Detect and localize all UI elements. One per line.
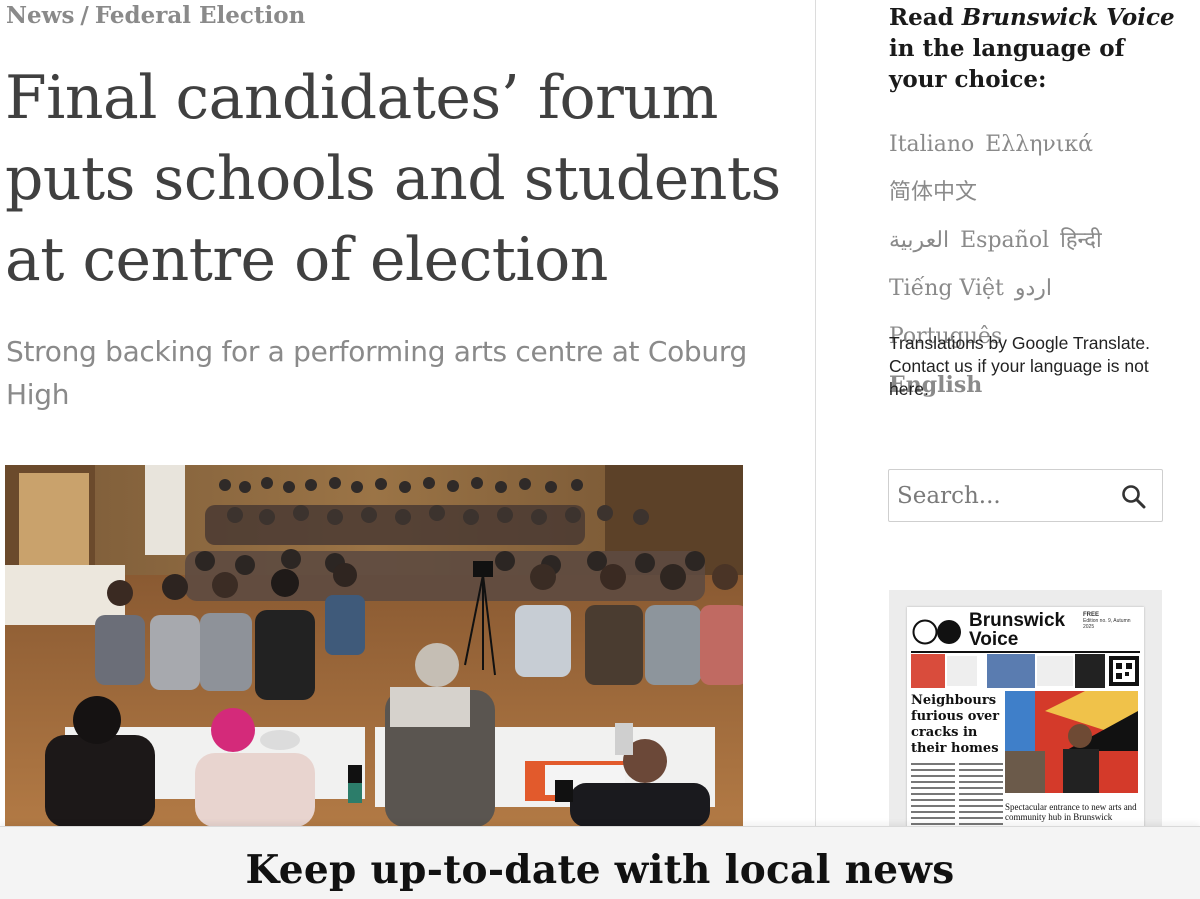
newspaper-masthead: Brunswick Voice <box>969 611 1065 649</box>
newspaper-secondary-headline: Spectacular entrance to new arts and com… <box>1005 802 1137 822</box>
search-icon[interactable] <box>1120 483 1148 511</box>
language-link-spanish[interactable]: Español <box>960 217 1049 265</box>
newspaper-edition: Edition no. 9, Autumn 2025 <box>1083 618 1131 630</box>
newspaper-teaser-strip <box>911 654 1139 688</box>
language-link-italiano[interactable]: Italiano <box>889 121 974 169</box>
newsletter-cta[interactable]: Keep up-to-date with local news <box>0 846 1200 894</box>
translation-note: Translations by Google Translate. Contac… <box>889 333 1151 399</box>
language-link-hindi[interactable]: हिन्दी <box>1060 217 1102 265</box>
article-photo[interactable] <box>5 465 743 827</box>
language-heading-suffix: in the language of your choice: <box>889 35 1125 93</box>
newspaper-masthead-line2: Voice <box>969 629 1019 650</box>
newspaper-body-text <box>911 763 1003 825</box>
newspaper-cover: Brunswick Voice FREE Edition no. 9, Autu… <box>907 607 1144 835</box>
language-heading-prefix: Read <box>889 4 962 31</box>
language-link-greek[interactable]: Ελληνικά <box>985 121 1093 169</box>
language-link-vietnamese[interactable]: Tiếng Việt <box>889 265 1004 313</box>
language-link-urdu[interactable]: اردو <box>1015 265 1052 313</box>
language-heading-publication: Brunswick Voice <box>961 4 1175 31</box>
article-subheading: Strong backing for a performing arts cen… <box>6 335 748 411</box>
newspaper-rule <box>911 651 1140 653</box>
language-link-arabic[interactable]: العربية <box>889 217 949 265</box>
newspaper-lead-photo <box>1005 691 1138 793</box>
breadcrumb-federal-election-link[interactable]: Federal Election <box>95 2 306 29</box>
breadcrumb: News / Federal Election <box>6 2 305 29</box>
newspaper-edition-info: FREE Edition no. 9, Autumn 2025 <box>1083 612 1141 630</box>
newspaper-promo[interactable]: Brunswick Voice FREE Edition no. 9, Autu… <box>889 590 1162 835</box>
breadcrumb-news-link[interactable]: News <box>6 2 74 29</box>
newspaper-masthead-line1: Brunswick <box>969 610 1066 631</box>
newsletter-bar[interactable]: Keep up-to-date with local news <box>0 826 1200 899</box>
breadcrumb-separator: / <box>80 2 89 29</box>
article-headline: Final candidates’ forum puts schools and… <box>5 63 781 295</box>
language-heading: Read Brunswick Voice in the language of … <box>889 2 1179 95</box>
newspaper-lead-headline: Neighbours furious over cracks in their … <box>911 693 1000 756</box>
forum-photo-illustration <box>5 465 743 827</box>
column-divider <box>815 0 816 830</box>
brunswick-voice-logo <box>912 619 961 645</box>
search-form <box>888 469 1163 522</box>
article-column: News / Federal Election Final candidates’ … <box>0 0 815 899</box>
search-input[interactable] <box>897 478 1107 514</box>
language-link-chinese[interactable]: 简体中文 <box>889 169 977 217</box>
